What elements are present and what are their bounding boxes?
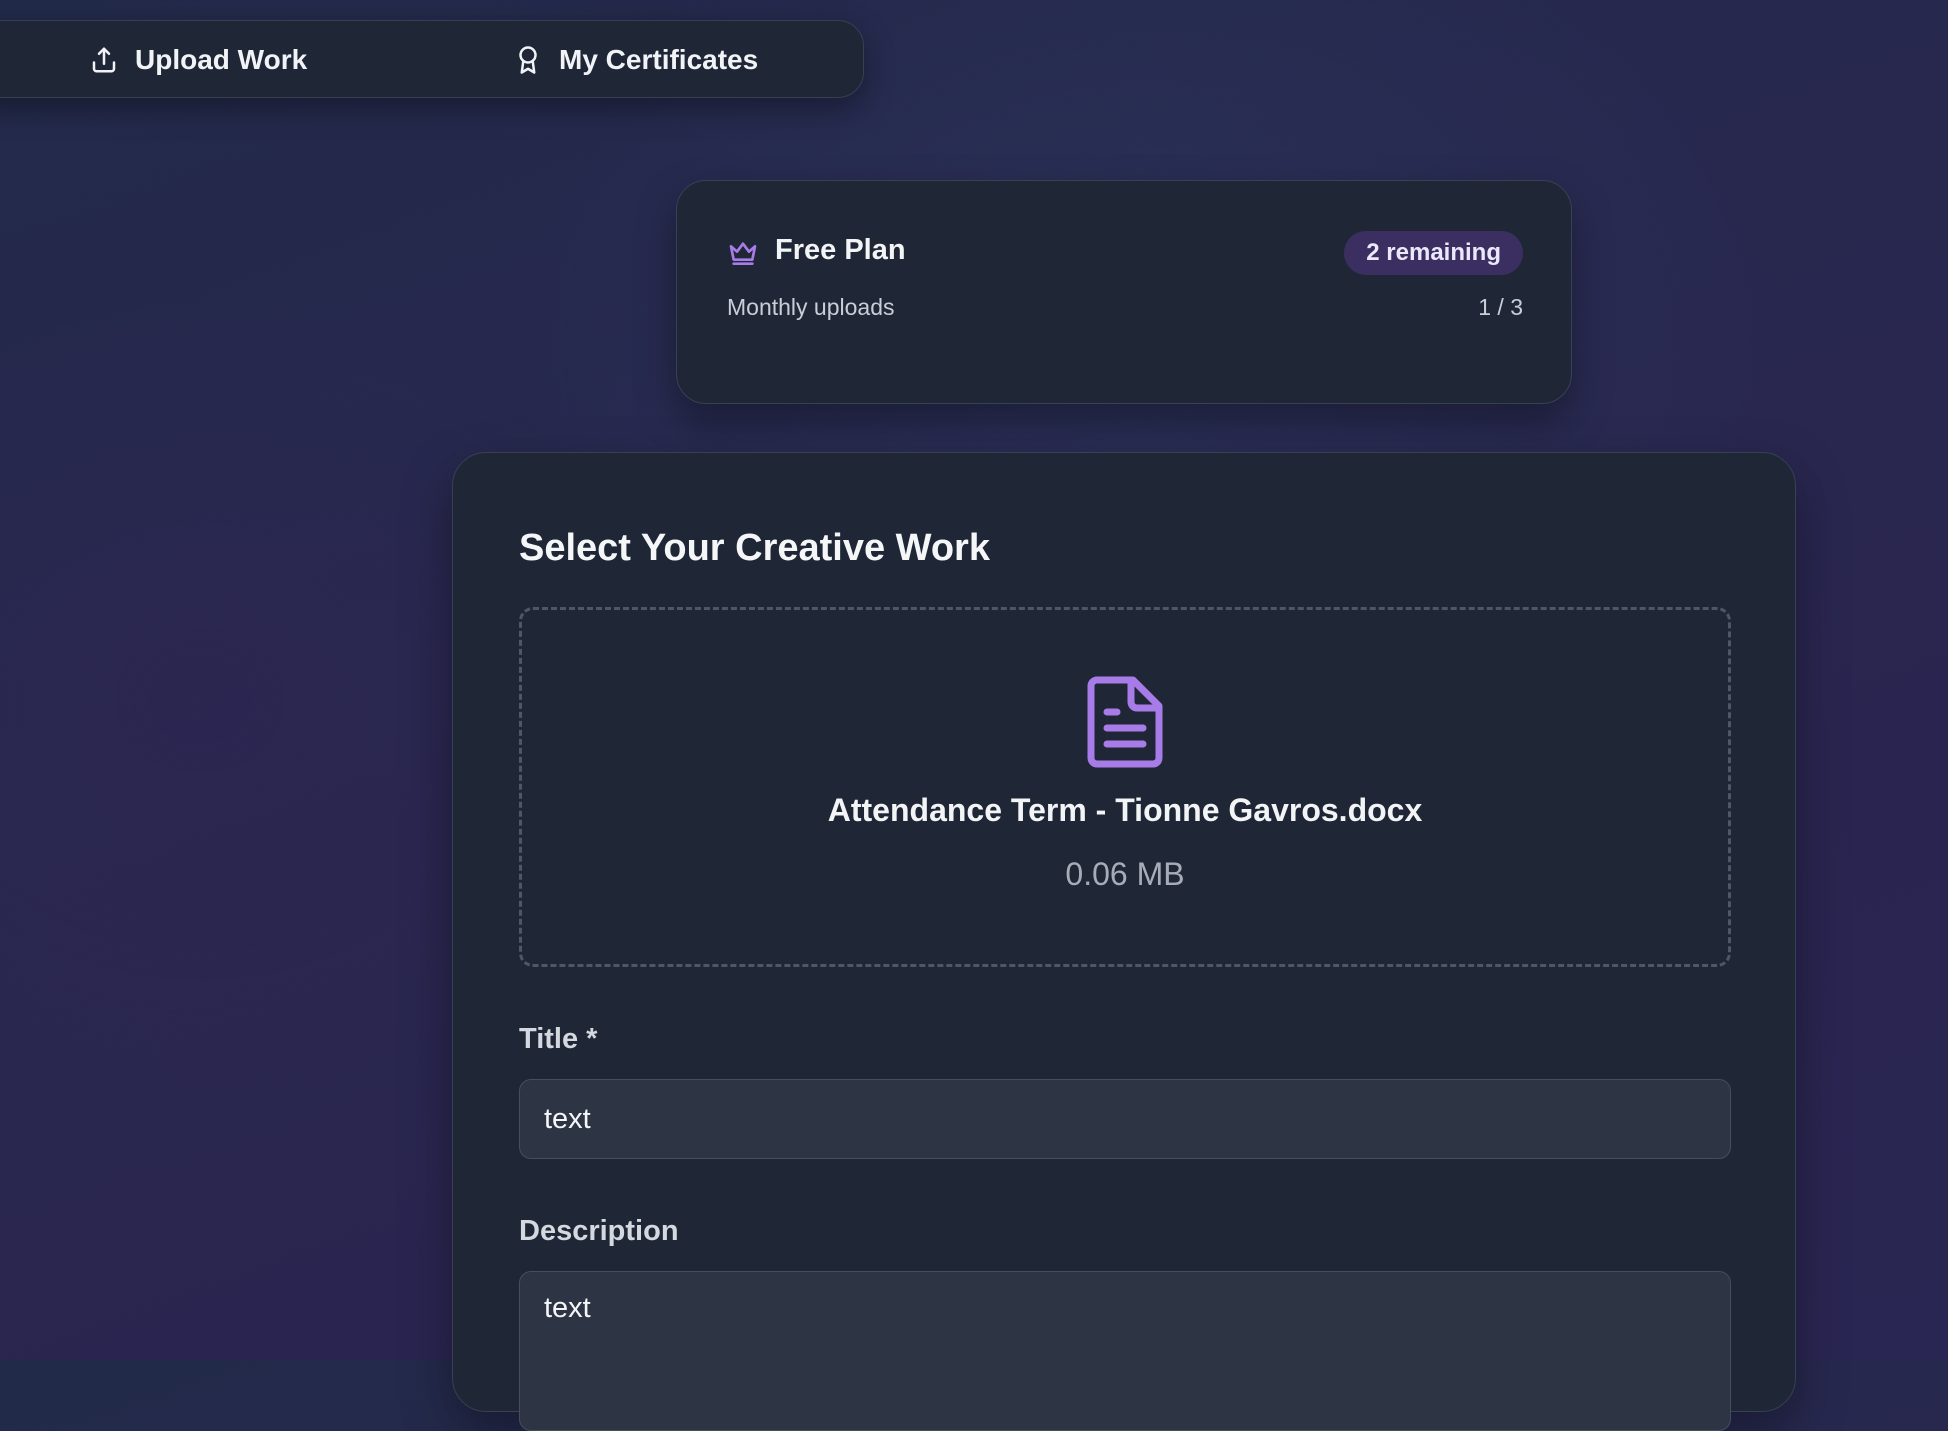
monthly-uploads-count: 1 / 3 [1478, 294, 1523, 320]
plan-name: Free Plan [775, 234, 906, 266]
file-dropzone[interactable]: Attendance Term - Tionne Gavros.docx 0.0… [519, 607, 1731, 967]
upload-icon [92, 47, 116, 73]
award-icon [519, 46, 537, 74]
nav-upload-work-label: Upload Work [135, 44, 308, 75]
crown-icon [729, 242, 757, 265]
document-icon [1087, 676, 1163, 768]
nav-my-certificates-label: My Certificates [559, 44, 759, 75]
nav-my-certificates[interactable]: My Certificates [513, 21, 758, 99]
monthly-uploads-label: Monthly uploads [727, 294, 895, 320]
form-title: Select Your Creative Work [519, 527, 990, 569]
description-field-label: Description [519, 1215, 679, 1247]
title-input[interactable] [519, 1079, 1731, 1159]
plan-card: Free Plan 2 remaining Monthly uploads 1 … [676, 180, 1572, 404]
nav-upload-work[interactable]: Upload Work [89, 21, 307, 99]
title-field-label: Title * [519, 1023, 598, 1055]
selected-file-name: Attendance Term - Tionne Gavros.docx [827, 792, 1423, 828]
top-navigation: Upload Work My Certificates [0, 20, 864, 98]
selected-file-size: 0.06 MB [1065, 856, 1185, 892]
upload-form-card: Select Your Creative Work Attendance Ter… [452, 452, 1796, 1431]
remaining-badge: 2 remaining [1344, 231, 1523, 275]
description-input[interactable]: text [519, 1271, 1731, 1431]
